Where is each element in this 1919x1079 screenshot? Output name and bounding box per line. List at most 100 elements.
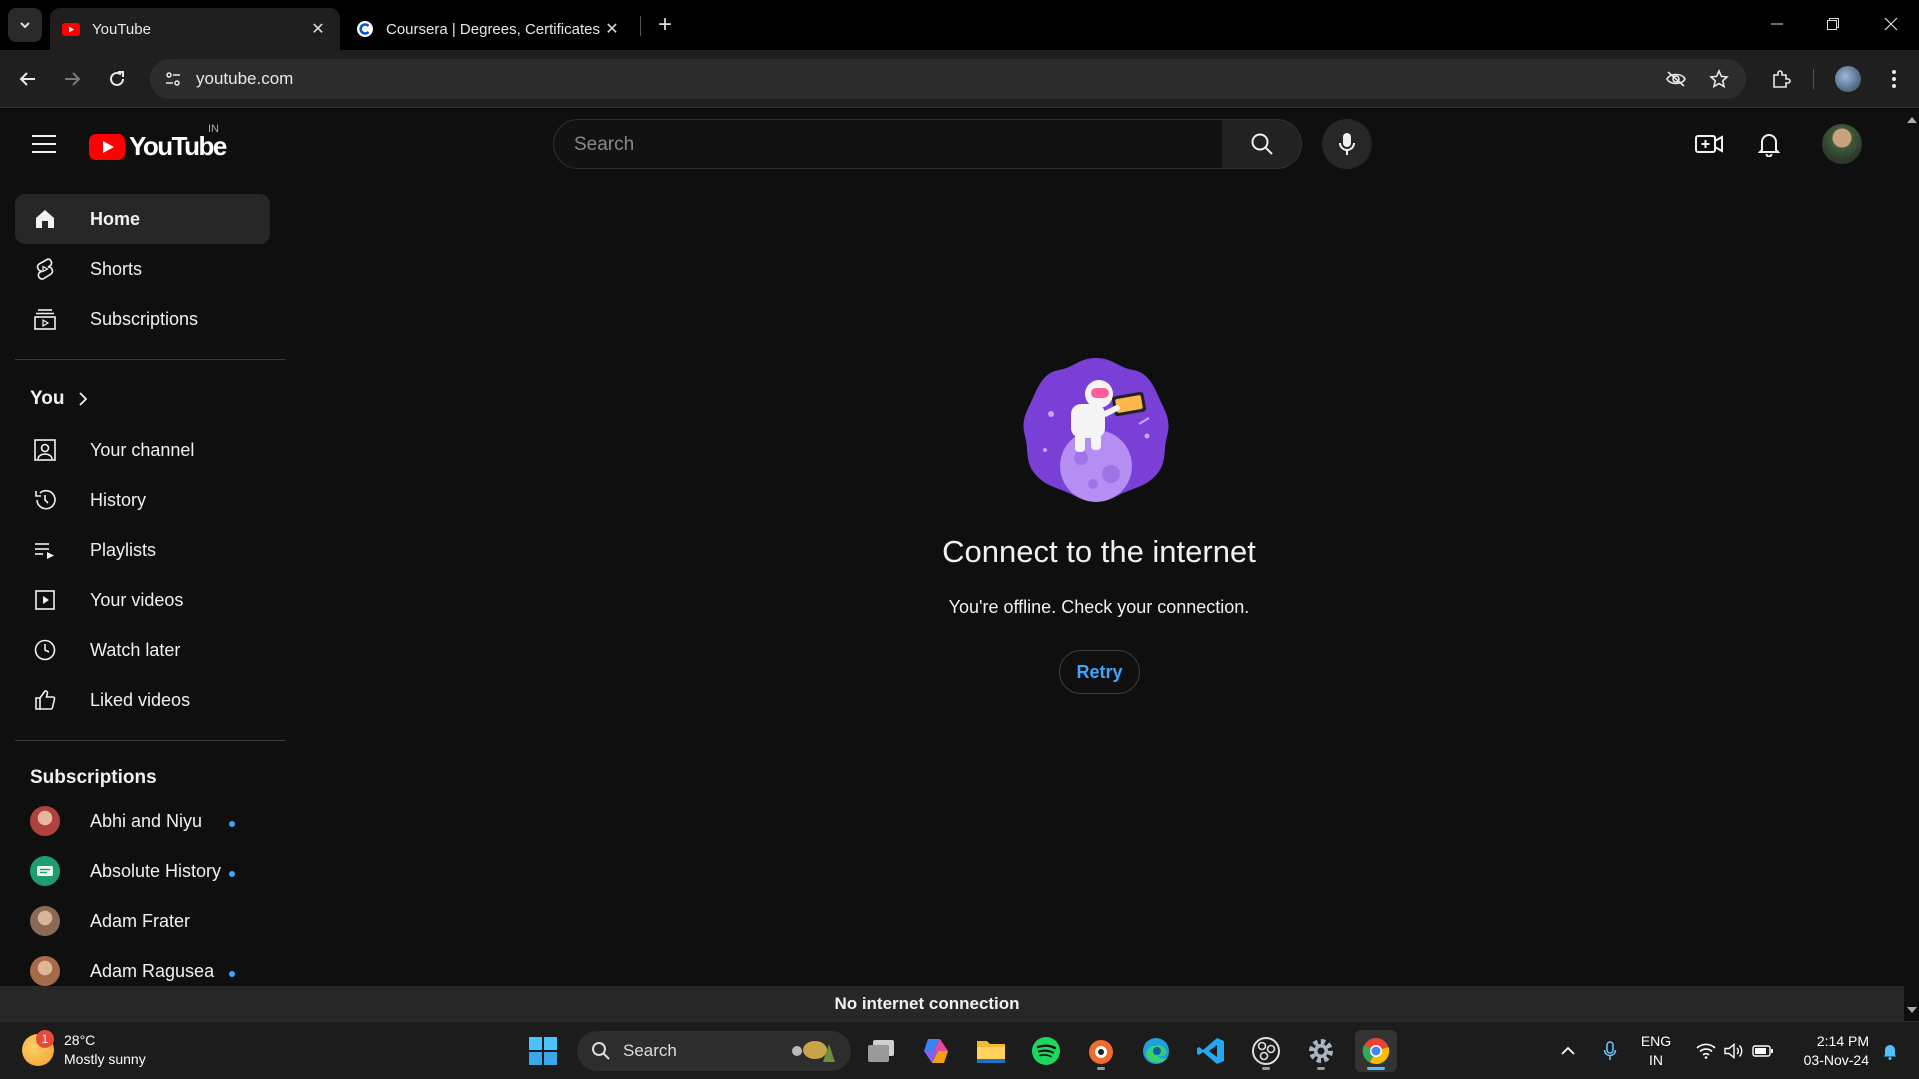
browser-menu-button[interactable] (1877, 62, 1911, 96)
taskbar-search-box[interactable]: Search (577, 1031, 851, 1071)
channel-avatar (30, 956, 60, 986)
quick-settings-button[interactable] (1690, 1022, 1780, 1079)
weather-widget[interactable]: 1 28°C Mostly sunny (22, 1030, 146, 1069)
taskbar-app-spotify[interactable] (1025, 1030, 1067, 1072)
taskbar-app-vscode[interactable] (1190, 1030, 1232, 1072)
coursera-favicon-icon (356, 20, 374, 38)
sidebar-item-subscriptions[interactable]: Subscriptions (15, 294, 270, 344)
puzzle-icon (1773, 70, 1791, 88)
search-input[interactable]: Search (553, 119, 1223, 169)
sidebar-item-shorts[interactable]: Shorts (15, 244, 270, 294)
tab-coursera[interactable]: Coursera | Degrees, Certificates ✕ (344, 8, 634, 50)
close-window-button[interactable] (1868, 8, 1914, 40)
tray-microphone-button[interactable] (1596, 1022, 1624, 1079)
sidebar-item-label: Watch later (90, 639, 181, 660)
task-view-button[interactable] (860, 1030, 902, 1072)
profile-button[interactable] (1831, 62, 1865, 96)
close-tab-icon[interactable]: ✕ (602, 19, 622, 39)
taskbar-app-obs[interactable] (1245, 1030, 1287, 1072)
battery-icon (1752, 1045, 1773, 1057)
offline-message-panel: Connect to the internet You're offline. … (286, 179, 1904, 986)
paint-app-icon (1089, 1040, 1113, 1064)
youtube-logo[interactable]: YouTube IN (89, 123, 227, 162)
voice-search-button[interactable] (1322, 119, 1372, 169)
tab-search-button[interactable] (8, 8, 42, 42)
retry-button[interactable]: Retry (1059, 650, 1140, 694)
search-placeholder: Search (574, 134, 635, 155)
scroll-down-arrow-icon[interactable] (1907, 1007, 1917, 1013)
sidebar-item-watch-later[interactable]: Watch later (15, 625, 270, 675)
notification-center-button[interactable] (1875, 1022, 1905, 1079)
no-connection-text: No internet connection (834, 994, 1020, 1013)
reload-button[interactable] (100, 62, 134, 96)
taskbar-app-settings[interactable] (1300, 1030, 1342, 1072)
your-videos-icon (30, 585, 60, 615)
sidebar-divider (15, 359, 285, 360)
taskbar-app-chrome[interactable] (1355, 1030, 1397, 1072)
microphone-icon (1339, 133, 1355, 155)
sidebar-item-playlists[interactable]: Playlists (15, 525, 270, 575)
page-scrollbar[interactable] (1904, 109, 1919, 1021)
taskbar-app-edge[interactable] (1135, 1030, 1177, 1072)
search-button[interactable] (1222, 119, 1302, 169)
restore-button[interactable] (1810, 8, 1856, 40)
guide-menu-button[interactable] (26, 126, 62, 162)
show-hidden-icons-button[interactable] (1553, 1022, 1583, 1079)
address-bar[interactable]: youtube.com (150, 59, 1746, 99)
taskbar-app-gimp[interactable] (1080, 1030, 1122, 1072)
language-region: IN (1649, 1052, 1663, 1068)
subscriptions-icon (30, 304, 60, 334)
bell-icon (1758, 134, 1780, 157)
hamburger-menu-icon (32, 135, 56, 153)
sidebar-channel-adam-ragusea[interactable]: Adam Ragusea (15, 946, 270, 986)
clock[interactable]: 2:14 PM 03-Nov-24 (1789, 1022, 1869, 1079)
sidebar-item-home[interactable]: Home (15, 194, 270, 244)
taskbar-search-label: Search (623, 1041, 677, 1060)
video-add-icon (1695, 135, 1723, 153)
bookmark-star-icon[interactable] (1707, 67, 1731, 91)
start-button[interactable] (522, 1030, 564, 1072)
account-avatar[interactable] (1822, 124, 1862, 164)
tab-separator (640, 16, 641, 36)
new-tab-button[interactable]: + (650, 10, 680, 40)
create-button[interactable] (1691, 126, 1727, 162)
new-content-dot (229, 871, 235, 877)
chevron-right-icon (79, 392, 88, 406)
sidebar-item-liked-videos[interactable]: Liked videos (15, 675, 270, 725)
tab-title: YouTube (92, 20, 151, 38)
weather-badge: 1 (36, 1030, 54, 1048)
windows-logo-icon (529, 1037, 557, 1065)
country-code: IN (208, 123, 219, 135)
chevron-down-icon (20, 22, 30, 29)
close-tab-icon[interactable]: ✕ (308, 19, 328, 39)
obs-icon (1252, 1037, 1280, 1065)
minimize-button[interactable] (1754, 8, 1800, 40)
forward-button[interactable] (55, 62, 89, 96)
sidebar-item-history[interactable]: History (15, 475, 270, 525)
profile-avatar (1835, 66, 1861, 92)
close-icon (1884, 17, 1898, 31)
extensions-button[interactable] (1764, 62, 1798, 96)
taskbar-app-file-explorer[interactable] (970, 1030, 1012, 1072)
youtube-header: YouTube IN Search (0, 109, 1904, 179)
sidebar-item-your-channel[interactable]: Your channel (15, 425, 270, 475)
notification-bell-icon (1883, 1045, 1897, 1060)
channel-icon (30, 435, 60, 465)
offline-title: Connect to the internet (942, 534, 1256, 569)
scroll-up-arrow-icon[interactable] (1907, 117, 1917, 123)
more-vertical-icon (1892, 70, 1896, 88)
reload-icon (110, 71, 124, 86)
tab-youtube[interactable]: YouTube ✕ (50, 8, 340, 50)
language-indicator[interactable]: ENG IN (1635, 1022, 1677, 1079)
minimize-icon (1771, 23, 1783, 25)
sidebar-item-your-videos[interactable]: Your videos (15, 575, 270, 625)
back-button[interactable] (11, 62, 45, 96)
arrow-right-icon (65, 72, 81, 86)
shorts-icon (30, 254, 60, 284)
sidebar-channel-adam-frater[interactable]: Adam Frater (15, 896, 270, 946)
sidebar-you-heading[interactable]: You (30, 388, 88, 410)
site-info-icon[interactable] (160, 66, 186, 92)
eye-off-icon[interactable] (1664, 67, 1688, 91)
notifications-button[interactable] (1751, 126, 1787, 162)
taskbar-app-copilot[interactable] (915, 1030, 957, 1072)
